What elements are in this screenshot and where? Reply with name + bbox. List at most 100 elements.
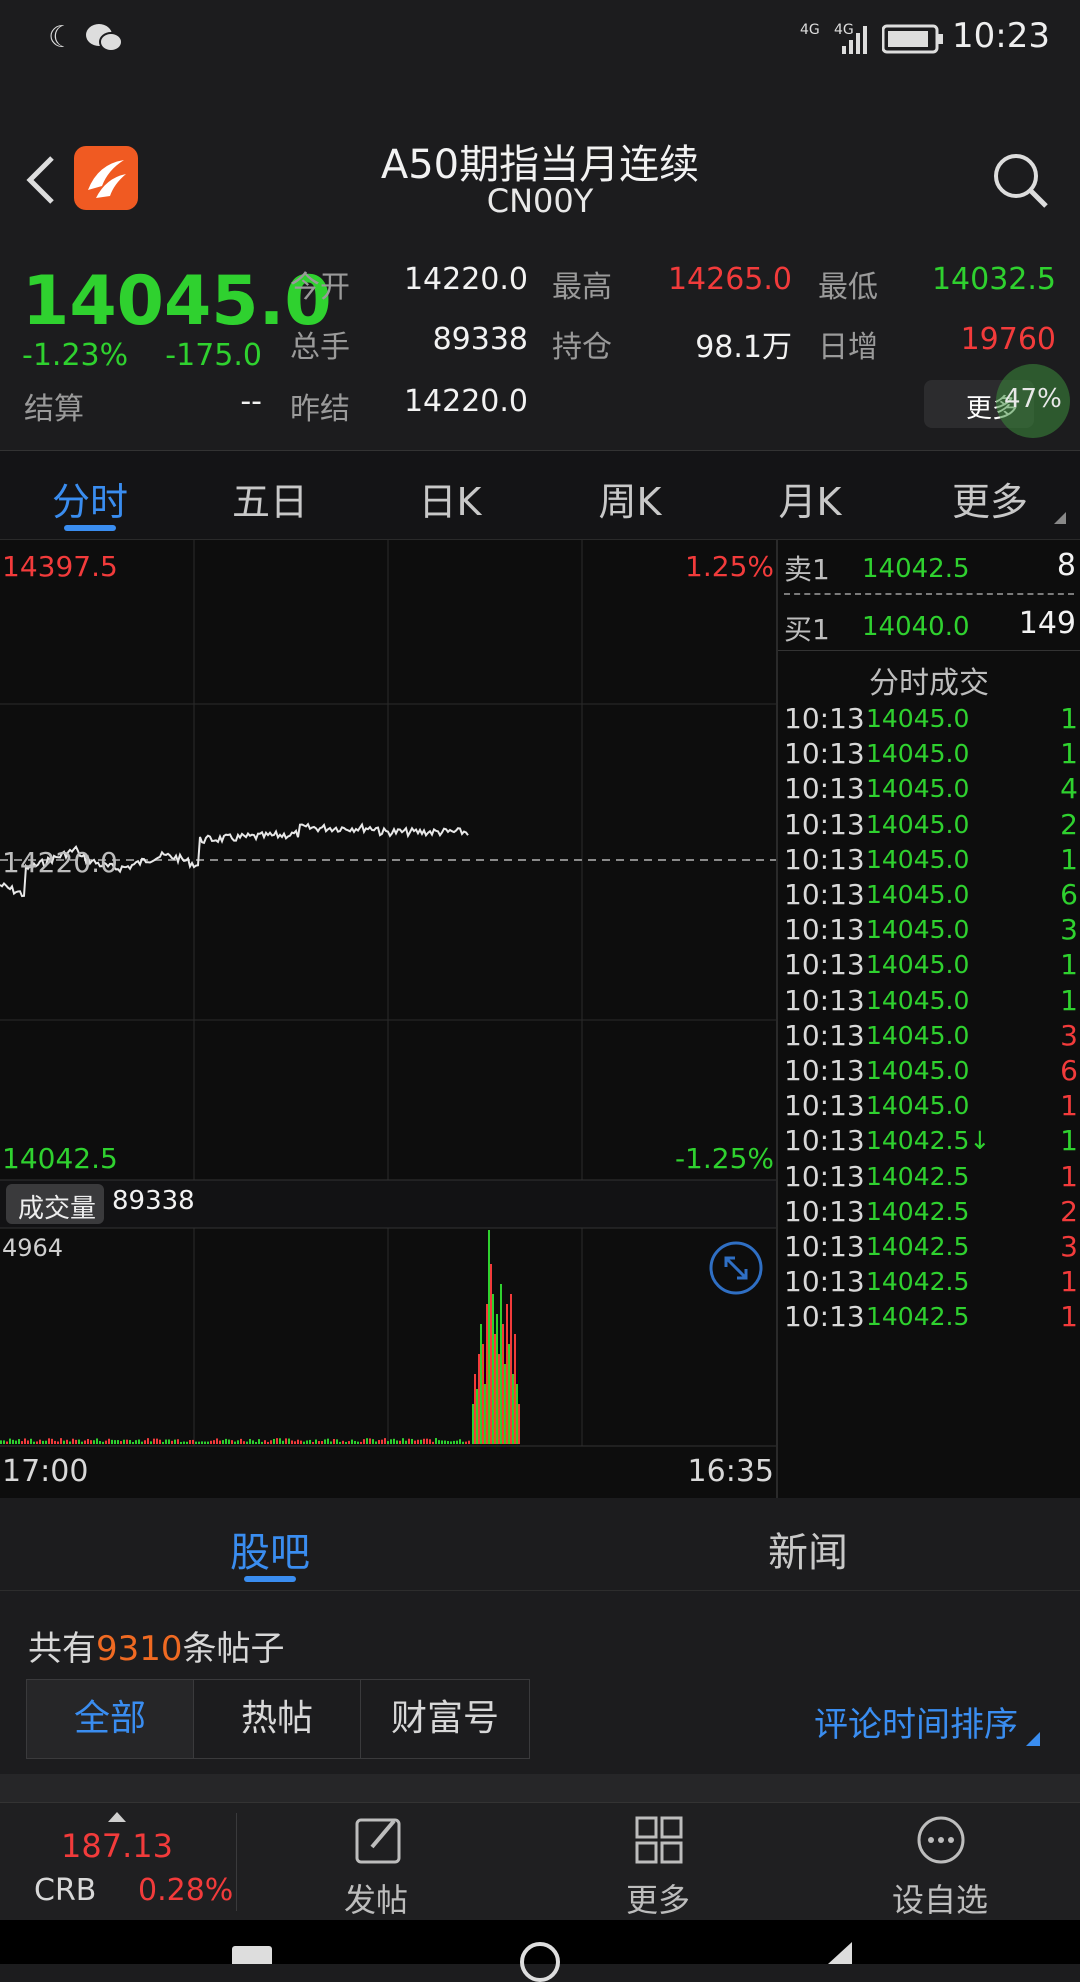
back-icon[interactable] <box>22 152 62 208</box>
trade-qty: 1 <box>1060 842 1078 876</box>
volume-bar <box>345 1441 347 1444</box>
volume-bar <box>417 1439 419 1444</box>
volume-bar <box>48 1438 50 1444</box>
volume-bar <box>165 1439 167 1444</box>
tab-more[interactable]: 更多 <box>920 471 1060 526</box>
volume-bar <box>231 1440 233 1444</box>
volume-bar <box>105 1440 107 1444</box>
trade-time: 10:13 <box>784 737 865 771</box>
trade-price: 14045.0 <box>866 844 970 874</box>
volume-bar <box>288 1438 290 1444</box>
trade-time: 10:13 <box>784 983 865 1017</box>
volume-bar <box>429 1439 431 1444</box>
volume-value: 89338 <box>432 322 528 357</box>
chart-bottom-percent: -1.25% <box>674 1142 774 1175</box>
volume-bar <box>114 1440 116 1444</box>
filter-fortune[interactable]: 财富号 <box>361 1680 529 1758</box>
search-icon[interactable] <box>990 150 1050 210</box>
trade-price: 14042.5 <box>866 1196 970 1226</box>
sell-label: 卖1 <box>784 553 830 586</box>
post-label: 发帖 <box>344 1881 409 1919</box>
more-nav-button[interactable]: 更多 <box>608 1803 708 1921</box>
chart-bottom-price: 14042.5 <box>2 1142 118 1175</box>
volume-bar <box>3 1440 5 1444</box>
volume-bar <box>90 1440 92 1444</box>
recent-apps-icon[interactable] <box>232 1946 272 1964</box>
trade-time: 10:13 <box>784 772 865 806</box>
tab-daily-k[interactable]: 日K <box>380 471 520 526</box>
volume-bar <box>159 1439 161 1444</box>
volume-bar <box>490 1264 492 1444</box>
volume-bar <box>282 1440 284 1444</box>
back-nav-icon[interactable] <box>822 1942 858 1964</box>
volume-bar <box>496 1314 498 1444</box>
volume-bar <box>285 1438 287 1444</box>
filter-all[interactable]: 全部 <box>27 1680 194 1758</box>
filter-hot[interactable]: 热帖 <box>194 1680 361 1758</box>
trade-price: 14045.0 <box>866 704 970 733</box>
tab-monthly-k[interactable]: 月K <box>740 471 880 526</box>
add-watchlist-button[interactable]: 设自选 <box>880 1803 1000 1921</box>
index-percent: 0.28% <box>138 1873 234 1908</box>
volume-bar <box>75 1439 77 1444</box>
volume-bar <box>51 1438 53 1444</box>
floating-ball[interactable]: 47% <box>996 364 1070 438</box>
trade-qty: 1 <box>1060 948 1078 982</box>
oi-change-value: 19760 <box>960 322 1056 357</box>
volume-bar <box>213 1440 215 1444</box>
volume-bar <box>195 1441 197 1444</box>
volume-bar <box>30 1438 32 1444</box>
volume-bar <box>384 1438 386 1444</box>
trade-qty: 6 <box>1060 878 1078 911</box>
volume-total: 89338 <box>112 1186 195 1216</box>
volume-bar <box>108 1438 110 1444</box>
trade-price: 14045.0 <box>866 809 970 839</box>
trade-qty: 1 <box>1060 1265 1078 1299</box>
volume-bar <box>500 1284 502 1444</box>
volume-bar <box>147 1438 149 1444</box>
post-button[interactable]: 发帖 <box>328 1803 428 1921</box>
volume-bar <box>204 1441 206 1444</box>
tab-weekly-k[interactable]: 周K <box>560 471 700 526</box>
trade-qty: 1 <box>1060 983 1078 1017</box>
chart-tabs: 分时 五日 日K 周K 月K 更多 <box>0 451 1080 540</box>
tab-five-day[interactable]: 五日 <box>200 471 340 526</box>
volume-bar <box>508 1344 510 1444</box>
trade-qty: 1 <box>1060 1124 1078 1158</box>
volume-bar <box>84 1440 86 1444</box>
volume-bar <box>57 1441 59 1444</box>
expand-icon[interactable] <box>708 1240 764 1296</box>
volume-bar <box>369 1438 371 1444</box>
posts-bottom-strip <box>0 1774 1080 1802</box>
volume-bar <box>33 1441 35 1444</box>
tab-news[interactable]: 新闻 <box>748 1520 868 1578</box>
chart-top-price: 14397.5 <box>2 550 118 583</box>
chart-top-percent: 1.25% <box>685 550 774 583</box>
volume-bar <box>15 1440 17 1444</box>
trade-price: 14045.0 <box>866 739 970 769</box>
posts-suffix: 条帖子 <box>182 1629 285 1669</box>
volume-bar <box>69 1441 71 1444</box>
volume-bar <box>303 1441 305 1444</box>
clock: 10:23 <box>952 16 1050 56</box>
volume-bar <box>141 1441 143 1444</box>
volume-bar <box>144 1440 146 1444</box>
volume-bar <box>54 1440 56 1444</box>
trade-qty: 1 <box>1060 1089 1078 1123</box>
volume-bar <box>472 1404 474 1444</box>
volume-bar <box>168 1439 170 1444</box>
sort-dropdown[interactable]: 评论时间排序 <box>814 1697 1018 1746</box>
volume-bar <box>234 1441 236 1444</box>
trade-price: 14045.0 <box>866 915 970 945</box>
timeshare-chart[interactable]: 14397.5 1.25% 14220.0 14042.5 -1.25% 成交量… <box>0 540 776 1498</box>
volume-bar <box>459 1439 461 1444</box>
low-label: 最低 <box>818 270 878 305</box>
posts-count-line: 共有9310条帖子 <box>28 1621 285 1670</box>
volume-bar <box>87 1438 89 1444</box>
volume-bar <box>291 1440 293 1444</box>
tab-timeshare[interactable]: 分时 <box>20 471 160 526</box>
home-icon[interactable] <box>520 1942 560 1982</box>
tab-guba[interactable]: 股吧 <box>210 1520 330 1578</box>
trade-qty: 1 <box>1060 737 1078 771</box>
trade-qty: 6 <box>1060 1054 1078 1087</box>
